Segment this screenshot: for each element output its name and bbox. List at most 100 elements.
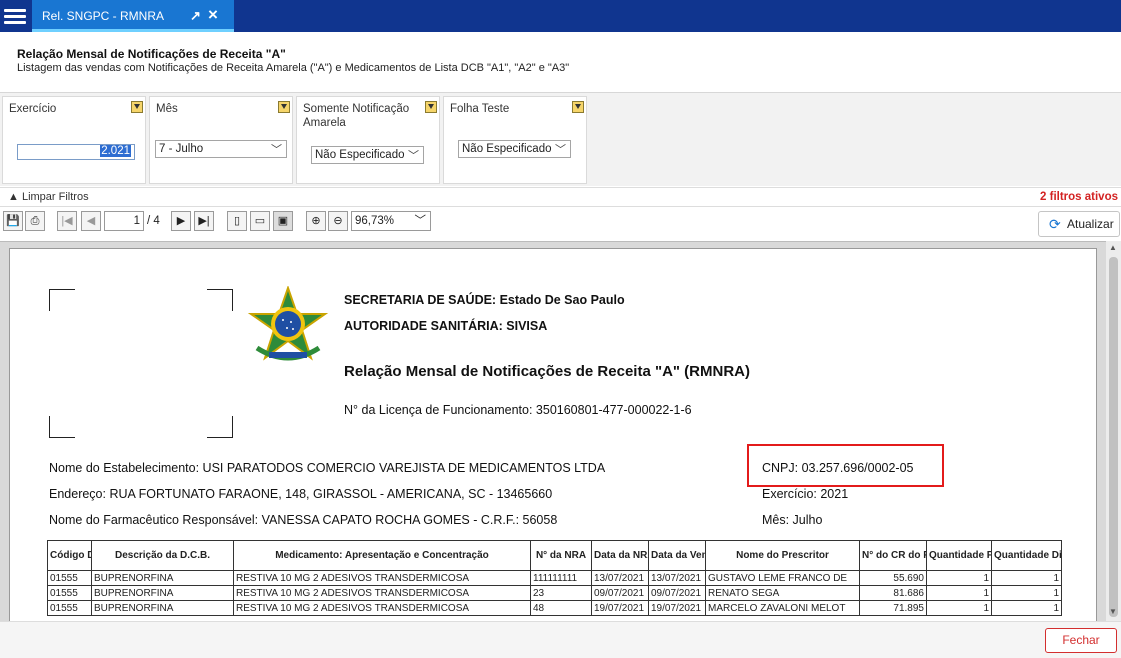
- footer-bar: Fechar: [0, 621, 1121, 658]
- save-icon[interactable]: 💾: [3, 211, 23, 231]
- report-viewer: SECRETARIA DE SAÚDE: Estado De Sao Paulo…: [0, 241, 1121, 622]
- table-cell: 01555: [47, 570, 92, 586]
- column-header: Descrição da D.C.B.: [91, 540, 234, 571]
- logo-frame-corner: [207, 416, 233, 438]
- table-cell: 01555: [47, 600, 92, 616]
- table-cell: 81.686: [859, 585, 927, 601]
- report-address: Endereço: RUA FORTUNATO FARAONE, 148, GI…: [49, 487, 553, 501]
- page-total: / 4: [147, 215, 160, 227]
- pin-icon[interactable]: ↗: [190, 8, 201, 24]
- table-cell: 13/07/2021: [648, 570, 706, 586]
- tab-rel-sngpc[interactable]: Rel. SNGPC - RMNRA ↗ ×: [32, 0, 234, 32]
- table-header-row: Código DCB Descrição da D.C.B. Medicamen…: [47, 540, 1062, 571]
- table-row: 01555 BUPRENORFINA RESTIVA 10 MG 2 ADESI…: [47, 570, 1062, 586]
- chevron-down-icon: ﹀: [271, 144, 282, 156]
- filter-funnel-icon[interactable]: [278, 101, 290, 113]
- filter-mes: Mês 7 - Julho ﹀: [149, 96, 293, 184]
- zoom-out-icon[interactable]: ⊖: [328, 211, 348, 231]
- page-number-input[interactable]: 1: [104, 211, 144, 231]
- filter-label: Folha Teste: [450, 103, 510, 115]
- scrollbar-thumb[interactable]: [1109, 257, 1118, 617]
- filter-label: Exercício: [9, 103, 57, 115]
- table-cell: 1: [926, 585, 992, 601]
- column-header: N° da NRA: [530, 540, 592, 571]
- report-license: N° da Licença de Funcionamento: 35016080…: [344, 403, 692, 417]
- table-cell: 19/07/2021: [648, 600, 706, 616]
- chevron-down-icon: ﹀: [414, 215, 427, 227]
- brasil-coat-of-arms-icon: [247, 286, 329, 361]
- table-row: 01555 BUPRENORFINA RESTIVA 10 MG 2 ADESI…: [47, 600, 1062, 616]
- column-header: Nome do Prescritor: [705, 540, 860, 571]
- single-page-icon[interactable]: ▯: [227, 211, 247, 231]
- exercicio-input[interactable]: 2.021: [17, 144, 135, 160]
- last-page-icon[interactable]: ▶|: [194, 211, 214, 231]
- close-icon[interactable]: ×: [208, 5, 218, 25]
- table-cell: GUSTAVO LEME FRANCO DE: [705, 570, 860, 586]
- notificacao-select[interactable]: Não Especificado ﹀: [311, 146, 424, 164]
- table-cell: 48: [530, 600, 592, 616]
- mes-select[interactable]: 7 - Julho ﹀: [155, 140, 287, 158]
- scroll-up-icon[interactable]: ▲: [1109, 243, 1117, 252]
- report-scrollbar[interactable]: ▲ ▼: [1106, 241, 1121, 621]
- column-header: Medicamento: Apresentação e Concentração: [233, 540, 531, 571]
- table-cell: 1: [991, 600, 1062, 616]
- report-page: SECRETARIA DE SAÚDE: Estado De Sao Paulo…: [9, 248, 1097, 622]
- page-width-icon[interactable]: ▭: [250, 211, 270, 231]
- filter-funnel-icon[interactable]: [425, 101, 437, 113]
- table-cell: 09/07/2021: [591, 585, 649, 601]
- fit-page-icon[interactable]: ▣: [273, 211, 293, 231]
- tab-label: Rel. SNGPC - RMNRA: [42, 9, 165, 23]
- table-cell: MARCELO ZAVALONI MELOT: [705, 600, 860, 616]
- table-cell: BUPRENORFINA: [91, 585, 234, 601]
- refresh-icon: ⟳: [1049, 216, 1061, 232]
- table-cell: 1: [991, 585, 1062, 601]
- chevron-down-icon: ﹀: [408, 150, 419, 162]
- table-cell: BUPRENORFINA: [91, 600, 234, 616]
- table-cell: 111111111: [530, 570, 592, 586]
- table-cell: BUPRENORFINA: [91, 570, 234, 586]
- table-cell: 1: [926, 600, 992, 616]
- table-cell: RESTIVA 10 MG 2 ADESIVOS TRANSDERMICOSA: [233, 585, 531, 601]
- report-autoridade: AUTORIDADE SANITÁRIA: SIVISA: [344, 319, 548, 333]
- refresh-button[interactable]: ⟳ Atualizar: [1038, 211, 1120, 237]
- column-header: N° do CR do Prescritor: [859, 540, 927, 571]
- filter-label: Mês: [156, 103, 178, 115]
- next-page-icon[interactable]: ▶: [171, 211, 191, 231]
- first-page-icon[interactable]: |◀: [57, 211, 77, 231]
- report-toolbar: 💾 ⎙ |◀ ◀ 1 / 4 ▶ ▶| ▯ ▭ ▣ ⊕ ⊖ 96,73% ﹀ ⟳ A…: [0, 208, 1121, 240]
- report-table: Código DCB Descrição da D.C.B. Medicamen…: [47, 540, 1062, 616]
- print-icon[interactable]: ⎙: [25, 211, 45, 231]
- filter-label: Somente Notificação Amarela: [303, 103, 410, 129]
- table-row: 01555 BUPRENORFINA RESTIVA 10 MG 2 ADESI…: [47, 585, 1062, 601]
- prev-page-icon[interactable]: ◀: [81, 211, 101, 231]
- filters-panel: Exercício 2.021 Mês 7 - Julho ﹀ Somente N…: [0, 92, 1121, 186]
- filter-funnel-icon[interactable]: [572, 101, 584, 113]
- clear-filters-button[interactable]: ▲ Limpar Filtros: [8, 191, 89, 203]
- chevron-down-icon: ﹀: [555, 144, 566, 156]
- table-cell: 01555: [47, 585, 92, 601]
- zoom-select[interactable]: 96,73% ﹀: [351, 211, 431, 231]
- zoom-in-icon[interactable]: ⊕: [306, 211, 326, 231]
- report-title: Relação Mensal de Notificações de Receit…: [344, 363, 750, 380]
- column-header: Código DCB: [47, 540, 92, 571]
- table-cell: 19/07/2021: [591, 600, 649, 616]
- page-title: Relação Mensal de Notificações de Receit…: [17, 47, 286, 61]
- folha-select[interactable]: Não Especificado ﹀: [458, 140, 571, 158]
- table-cell: 13/07/2021: [591, 570, 649, 586]
- logo-frame-corner: [49, 416, 75, 438]
- filter-funnel-icon[interactable]: [131, 101, 143, 113]
- table-cell: 71.895: [859, 600, 927, 616]
- active-filters-count: 2 filtros ativos: [1040, 191, 1118, 203]
- table-cell: RENATO SEGA: [705, 585, 860, 601]
- scroll-down-icon[interactable]: ▼: [1109, 607, 1117, 616]
- table-cell: 55.690: [859, 570, 927, 586]
- logo-frame-corner: [49, 289, 75, 311]
- logo-frame-corner: [207, 289, 233, 311]
- top-bar: Rel. SNGPC - RMNRA ↗ ×: [0, 0, 1121, 32]
- column-header: Quantidade Prescrita: [926, 540, 992, 571]
- report-pharmacist: Nome do Farmacêutico Responsável: VANESS…: [49, 513, 558, 527]
- column-header: Quantidade Dispensada: [991, 540, 1062, 571]
- close-button[interactable]: Fechar: [1045, 628, 1117, 653]
- menu-icon[interactable]: [4, 6, 26, 26]
- filter-folha: Folha Teste Não Especificado ﹀: [443, 96, 587, 184]
